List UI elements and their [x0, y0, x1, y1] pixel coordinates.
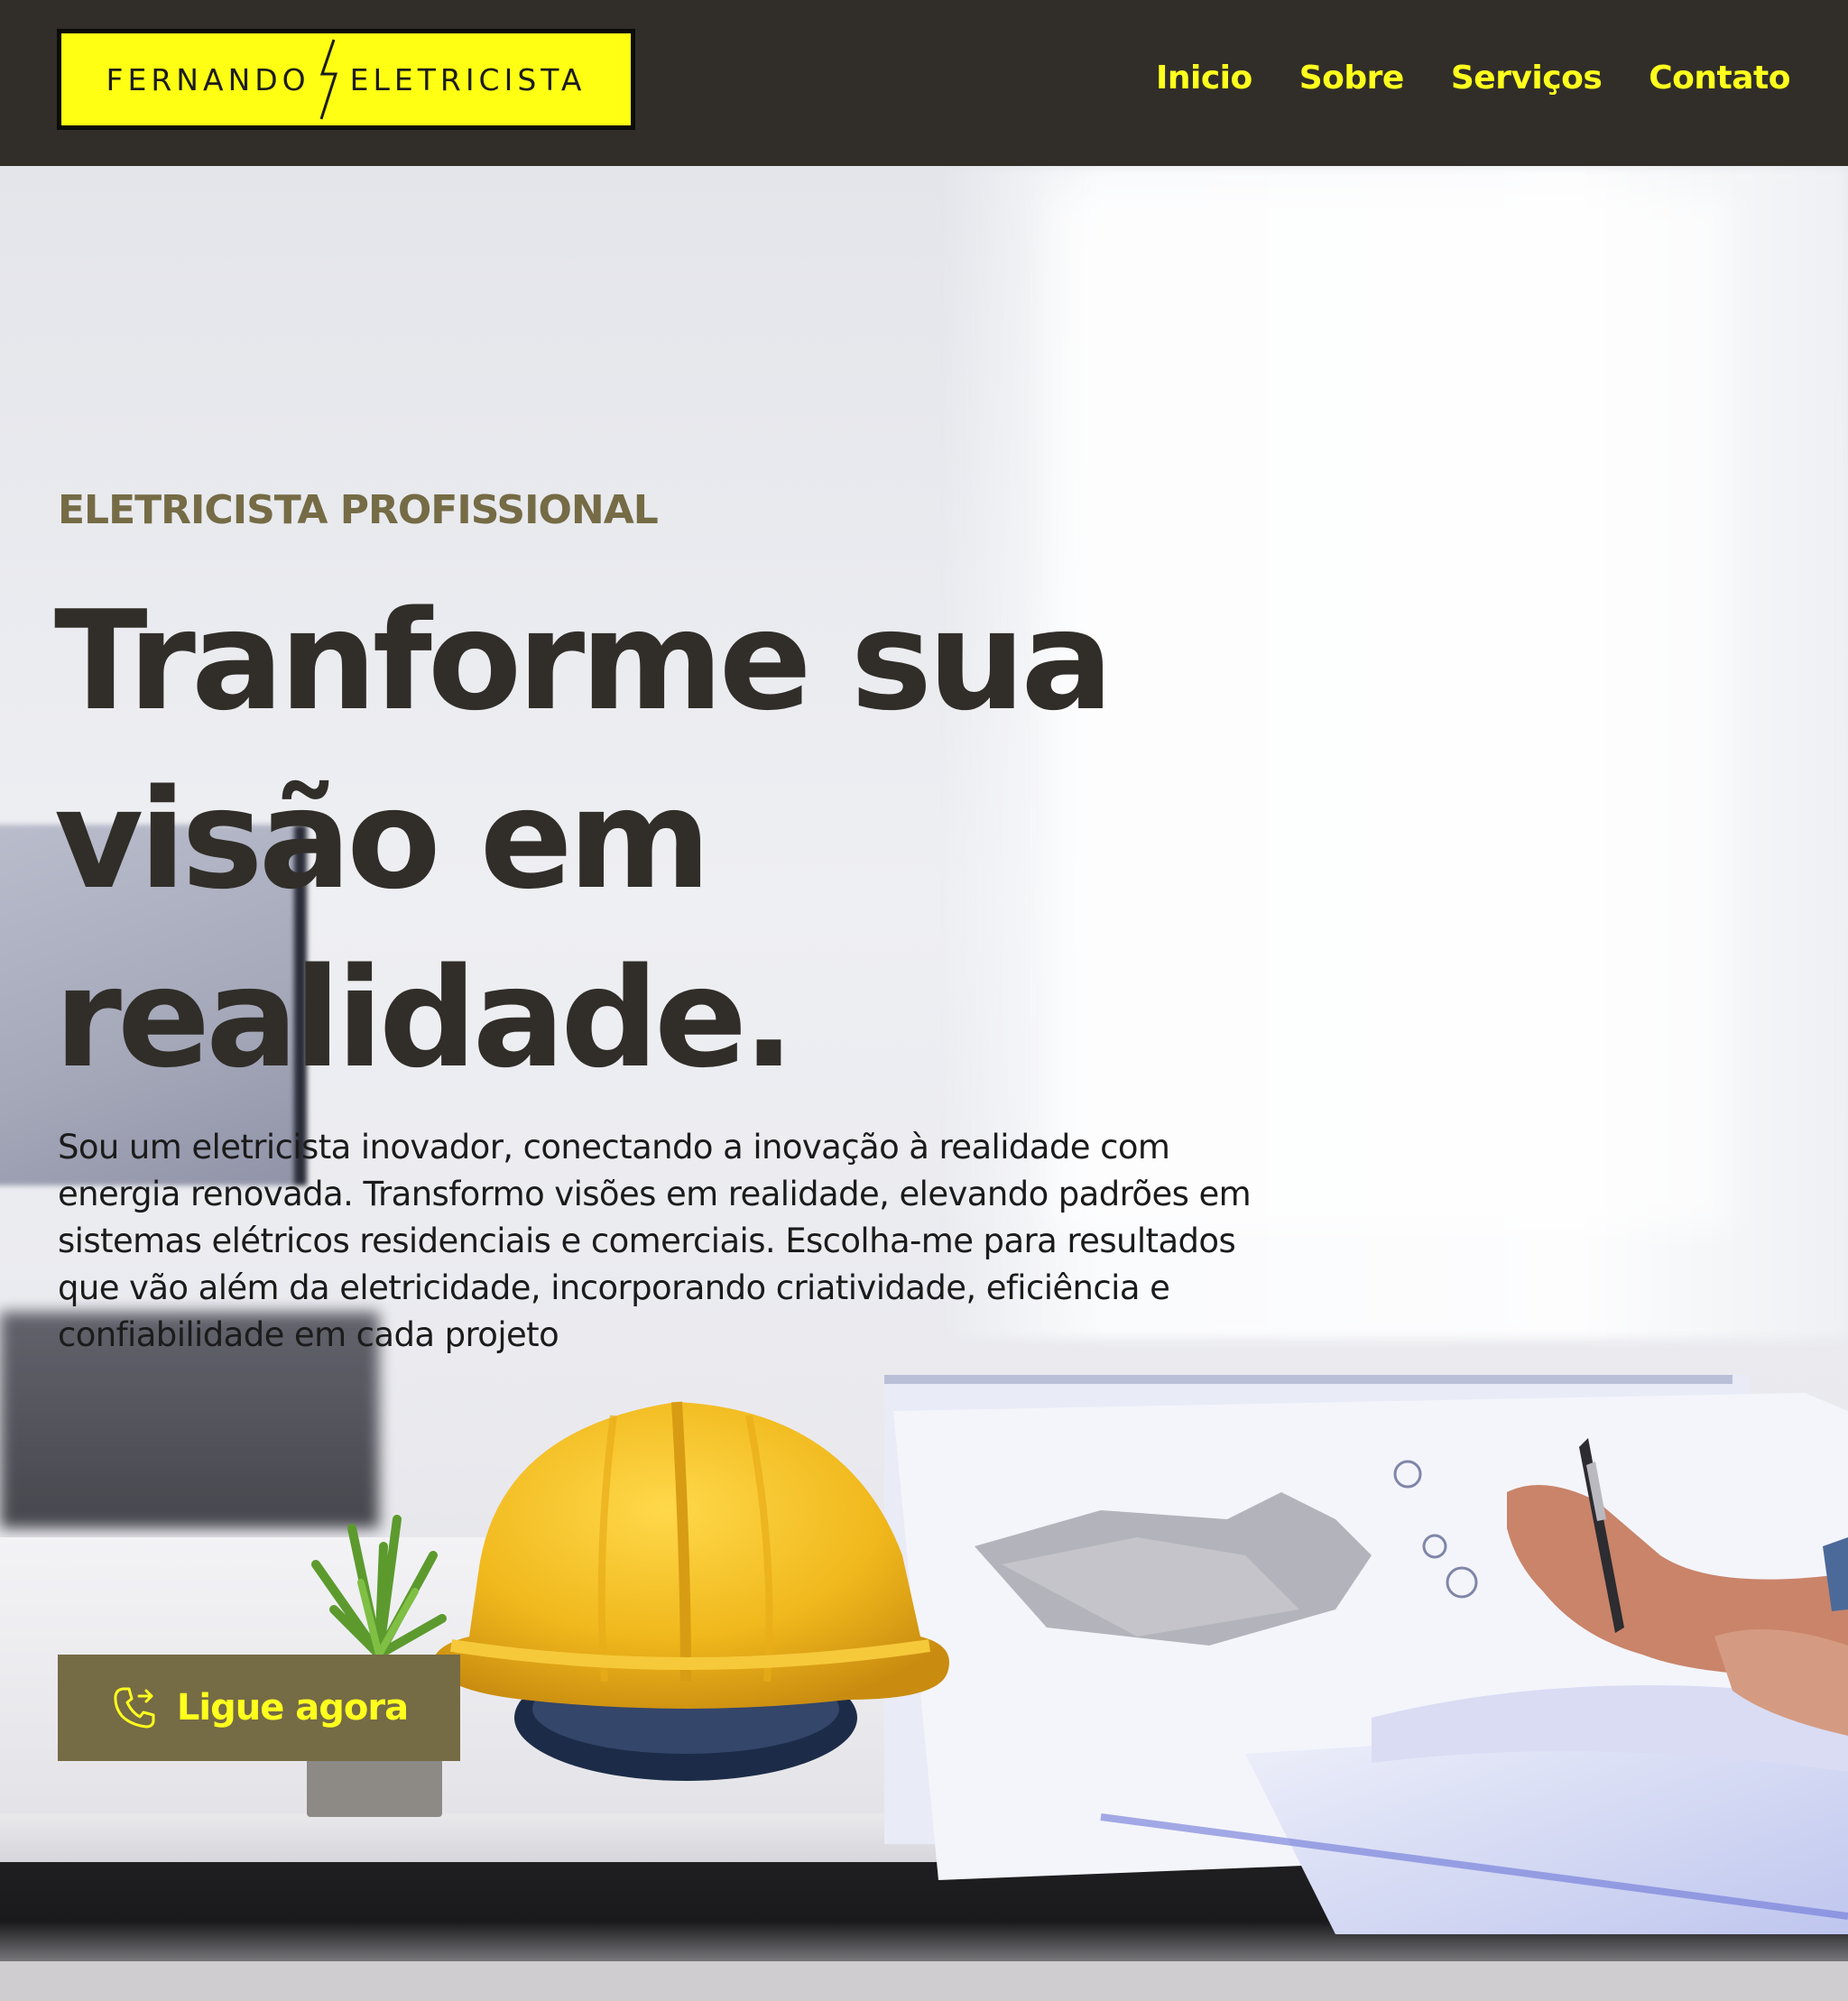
hero-photo-hand	[1507, 1438, 1848, 1736]
nav-link-sobre[interactable]: Sobre	[1299, 60, 1405, 97]
site-header: FERNANDO ELETRICISTA Inicio Sobre Serviç…	[0, 0, 1848, 166]
main-nav: Inicio Sobre Serviços Contato	[1156, 60, 1791, 97]
phone-outgoing-icon	[114, 1687, 155, 1729]
nav-link-servicos[interactable]: Serviços	[1451, 60, 1603, 97]
logo-text-left: FERNANDO	[106, 61, 310, 97]
hero-photo-window	[1047, 193, 1732, 1231]
call-now-button[interactable]: Ligue agora	[58, 1655, 460, 1761]
nav-link-inicio[interactable]: Inicio	[1156, 60, 1252, 97]
hero-photo-hard-hat	[433, 1401, 949, 1781]
lightning-bolt-icon	[319, 39, 337, 120]
hero-eyebrow: ELETRICISTA PROFISSIONAL	[58, 487, 659, 533]
hero-description: Sou um eletricista inovador, conectando …	[58, 1128, 1252, 1354]
hero-headline: Tranforme sua visão em realidade.	[54, 581, 1113, 1098]
hero-photo-floor	[0, 1961, 1848, 2001]
logo-text-right: ELETRICISTA	[349, 61, 587, 97]
call-now-label: Ligue agora	[176, 1687, 409, 1729]
site-logo[interactable]: FERNANDO ELETRICISTA	[57, 29, 635, 130]
hero-section: ELETRICISTA PROFISSIONAL Tranforme sua v…	[0, 166, 1848, 2001]
nav-link-contato[interactable]: Contato	[1649, 60, 1790, 97]
